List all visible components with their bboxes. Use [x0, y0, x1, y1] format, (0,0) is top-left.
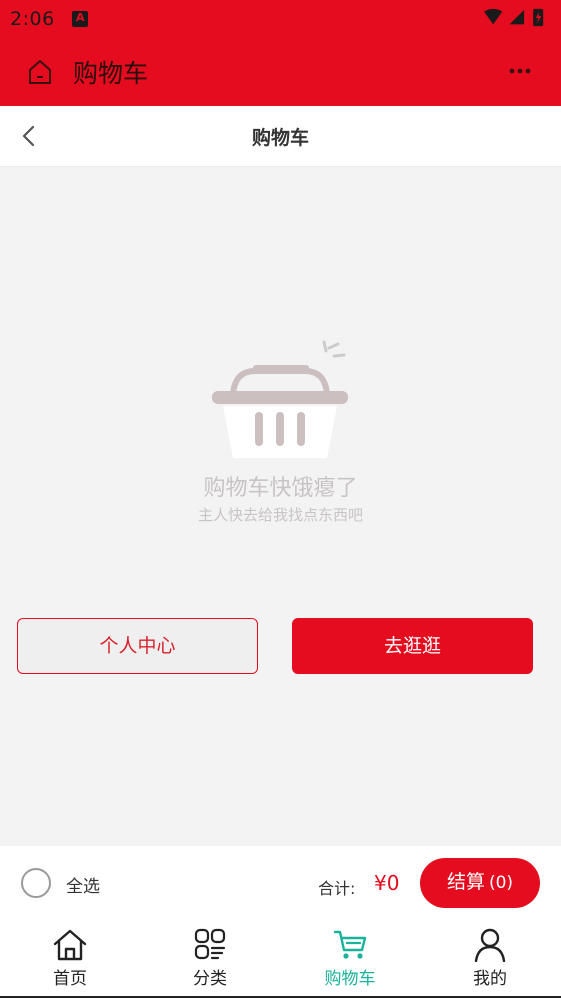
tab-home-label: 首页 [53, 969, 87, 989]
cart-icon [333, 930, 367, 959]
checkout-bar: 全选 合计: ¥0 结算 (0) [0, 846, 561, 918]
checkout-count: (0) [488, 873, 514, 893]
home-icon [53, 929, 87, 961]
app-title: 购物车 [73, 59, 149, 88]
tab-home[interactable]: 首页 [0, 918, 140, 996]
tab-mine-label: 我的 [473, 969, 507, 989]
status-time: 2:06 [10, 8, 55, 30]
empty-subtitle: 主人快去给我找点东西吧 [197, 506, 363, 524]
empty-title: 购物车快饿瘪了 [203, 476, 358, 501]
total-value: ¥0 [374, 871, 400, 895]
user-icon [474, 928, 506, 962]
tab-cart-label: 购物车 [324, 969, 376, 989]
total-label: 合计: [318, 879, 356, 898]
status-bar: 2:06 [0, 0, 561, 38]
tab-category[interactable]: 分类 [140, 918, 280, 996]
empty-cart: 购物车快饿瘪了 主人快去给我找点东西吧 个人中心 去逛逛 [0, 168, 561, 846]
category-icon [194, 928, 226, 960]
bottom-tab-bar: 首页 分类 购物车 我的 [0, 918, 561, 998]
tab-category-label: 分类 [193, 969, 227, 989]
select-all-radio[interactable] [21, 868, 51, 898]
app-bar: 购物车 [0, 38, 561, 106]
page-header: 购物车 [0, 106, 561, 167]
system-status-icons [484, 8, 544, 27]
page-title: 购物车 [251, 127, 309, 149]
tab-mine[interactable]: 我的 [420, 918, 560, 996]
personal-center-button[interactable]: 个人中心 [17, 618, 258, 674]
select-all-label[interactable]: 全选 [66, 872, 100, 897]
go-shopping-button[interactable]: 去逛逛 [292, 618, 533, 674]
home-icon[interactable] [26, 58, 54, 86]
checkout-button[interactable]: 结算 (0) [420, 858, 540, 908]
tab-cart[interactable]: 购物车 [280, 918, 420, 996]
checkout-label: 结算 [446, 871, 485, 893]
more-icon[interactable] [509, 66, 531, 76]
notification-icon [72, 11, 88, 27]
basket-icon [212, 340, 348, 458]
